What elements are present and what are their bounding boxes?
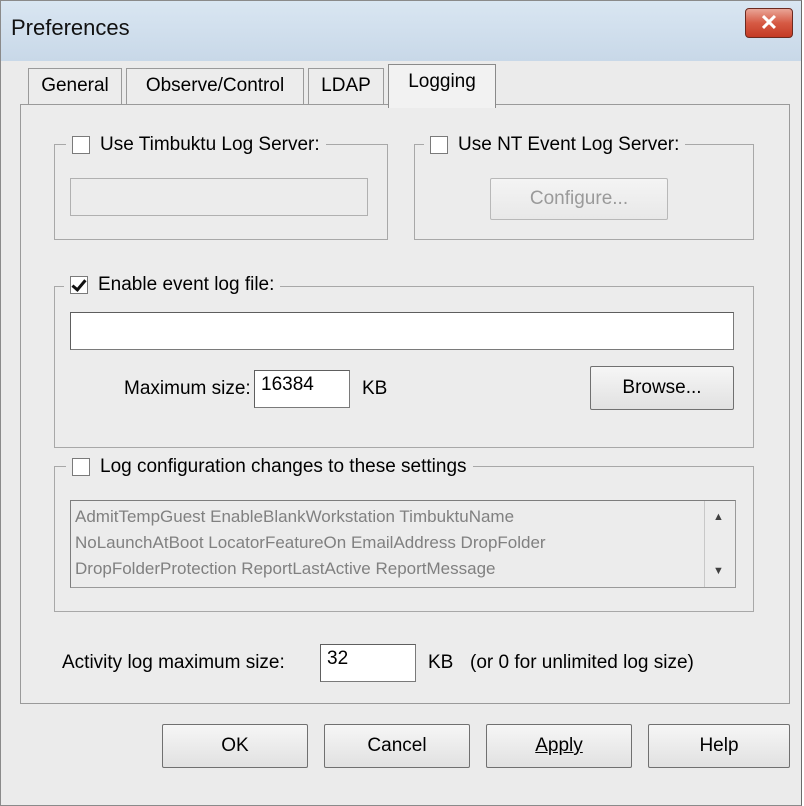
cancel-button[interactable]: Cancel [324, 724, 470, 768]
close-button[interactable]: ✕ [745, 8, 793, 38]
maximum-size-field[interactable]: 16384 [254, 370, 350, 408]
scroll-down-arrow-icon[interactable]: ▼ [713, 565, 724, 577]
tab-observe-control-label: Observe/Control [145, 75, 285, 96]
timbuktu-log-legend: Use Timbuktu Log Server: [66, 132, 326, 158]
close-icon: ✕ [759, 10, 779, 35]
timbuktu-log-server-field[interactable] [70, 178, 368, 216]
activity-log-size-field[interactable]: 32 [320, 644, 416, 682]
tab-logging-label: Logging [408, 71, 476, 92]
timbuktu-log-checkbox[interactable] [72, 136, 90, 154]
maximum-size-unit: KB [362, 378, 388, 399]
activity-log-unit: KB [428, 652, 454, 673]
tab-ldap[interactable]: LDAP [308, 68, 384, 104]
window-title: Preferences [11, 15, 130, 40]
tab-logging[interactable]: Logging [388, 64, 496, 108]
activity-log-label: Activity log maximum size: [62, 652, 285, 673]
activity-log-note: (or 0 for unlimited log size) [470, 652, 694, 673]
list-item: AdmitTempGuest EnableBlankWorkstation Ti… [75, 507, 515, 526]
tab-general-label: General [41, 75, 109, 96]
config-changes-label: Log configuration changes to these setti… [100, 456, 467, 477]
list-item: NoLaunchAtBoot LocatorFeatureOn EmailAdd… [75, 533, 546, 552]
maximum-size-label: Maximum size: [124, 378, 251, 399]
event-log-file-legend: Enable event log file: [64, 272, 281, 298]
configure-button[interactable]: Configure... [490, 178, 668, 220]
list-item: DropFolderProtection ReportLastActive Re… [75, 559, 496, 578]
settings-list[interactable]: AdmitTempGuest EnableBlankWorkstation Ti… [70, 500, 736, 588]
tab-observe-control[interactable]: Observe/Control [126, 68, 304, 104]
list-scrollbar[interactable]: ▲ ▼ [704, 501, 735, 587]
tab-general[interactable]: General [28, 68, 122, 104]
event-log-file-checkbox[interactable] [70, 276, 88, 294]
scroll-up-arrow-icon[interactable]: ▲ [713, 511, 724, 523]
nt-event-log-checkbox[interactable] [430, 136, 448, 154]
tab-ldap-label: LDAP [321, 75, 371, 96]
title-bar[interactable]: Preferences ✕ [1, 1, 801, 61]
event-log-path-field[interactable] [70, 312, 734, 350]
config-changes-checkbox[interactable] [72, 458, 90, 476]
ok-button[interactable]: OK [162, 724, 308, 768]
nt-event-log-legend: Use NT Event Log Server: [424, 132, 686, 158]
help-button[interactable]: Help [648, 724, 790, 768]
event-log-file-label: Enable event log file: [98, 274, 275, 295]
timbuktu-log-label: Use Timbuktu Log Server: [100, 134, 320, 155]
browse-button[interactable]: Browse... [590, 366, 734, 410]
nt-event-log-label: Use NT Event Log Server: [458, 134, 680, 155]
apply-button[interactable]: Apply [486, 724, 632, 768]
config-changes-legend: Log configuration changes to these setti… [66, 454, 473, 480]
